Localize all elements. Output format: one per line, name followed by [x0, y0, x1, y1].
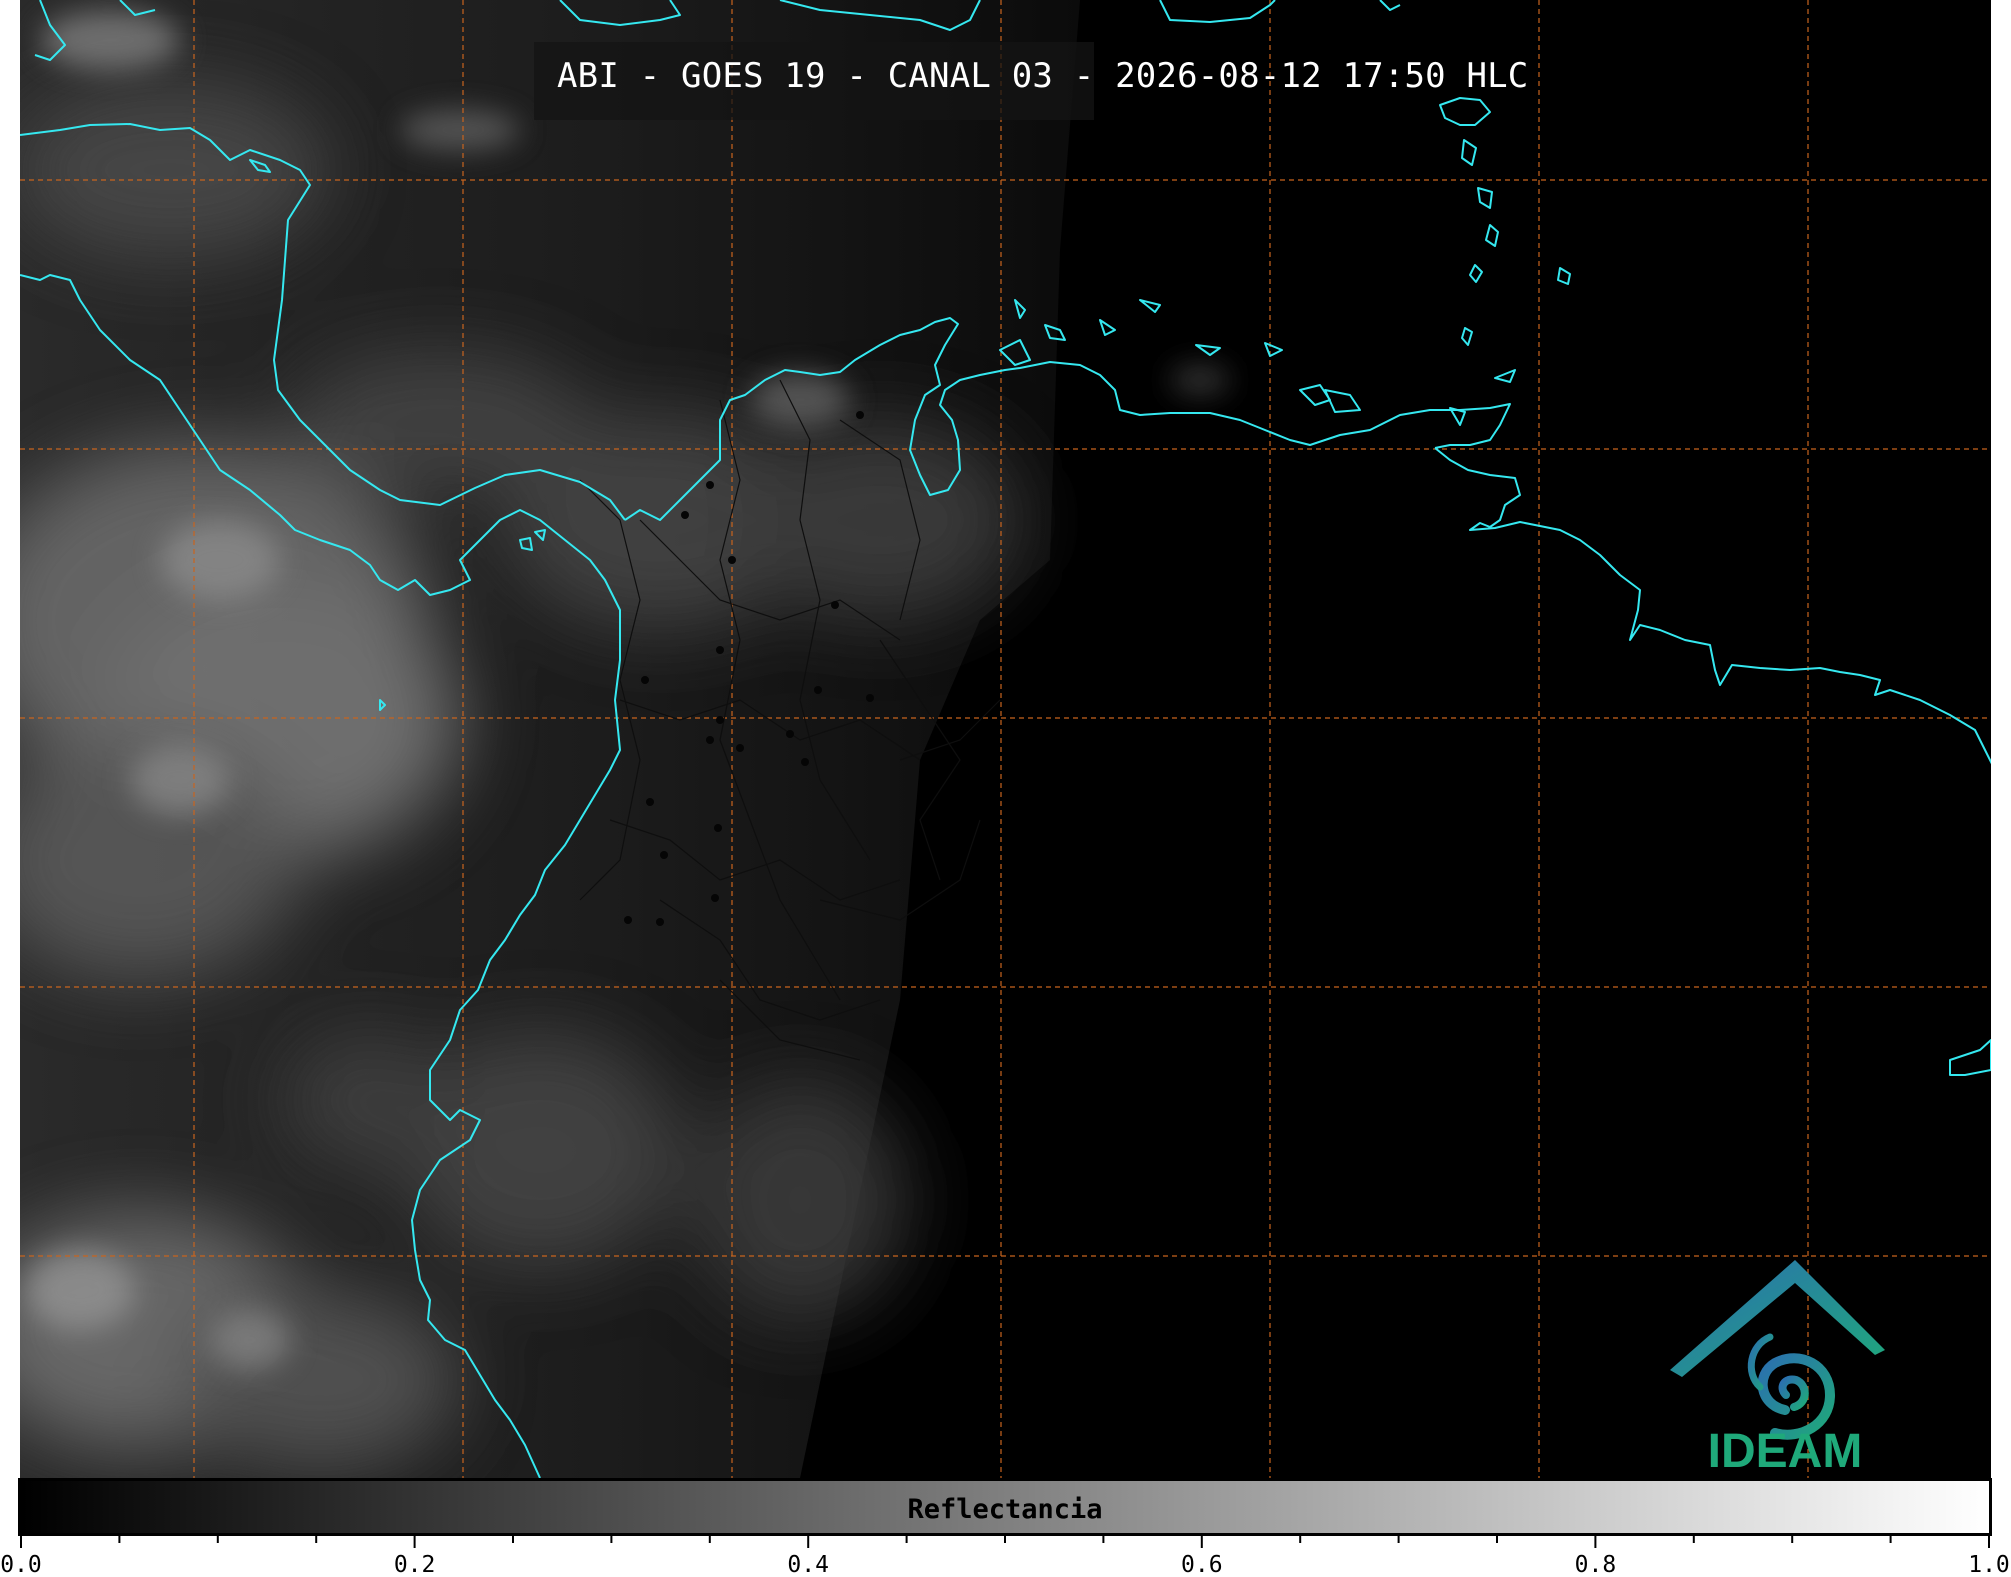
colorbar-tick-label: 0.4	[787, 1552, 829, 1577]
logo-text: IDEAM	[1708, 1425, 1863, 1475]
colorbar-label: Reflectancia	[907, 1494, 1103, 1525]
logo-spiral-icon	[1747, 1333, 1836, 1440]
map-title: ABI - GOES 19 - CANAL 03 - 2026-08-12 17…	[557, 56, 1529, 96]
ideam-logo: IDEAM	[1670, 1260, 1885, 1475]
colorbar-tick-label: 1.0	[1968, 1552, 2010, 1577]
colorbar-tick-label: 0.2	[394, 1552, 436, 1577]
colorbar-tick-label: 0.8	[1575, 1552, 1617, 1577]
colorbar-axis: 0.0 0.2 0.4 0.6 0.8 1.0	[0, 1536, 2010, 1577]
colorbar-tick-label: 0.0	[0, 1552, 42, 1577]
colorbar: Reflectancia	[18, 1478, 1992, 1536]
colorbar-tick-label: 0.6	[1181, 1552, 1223, 1577]
